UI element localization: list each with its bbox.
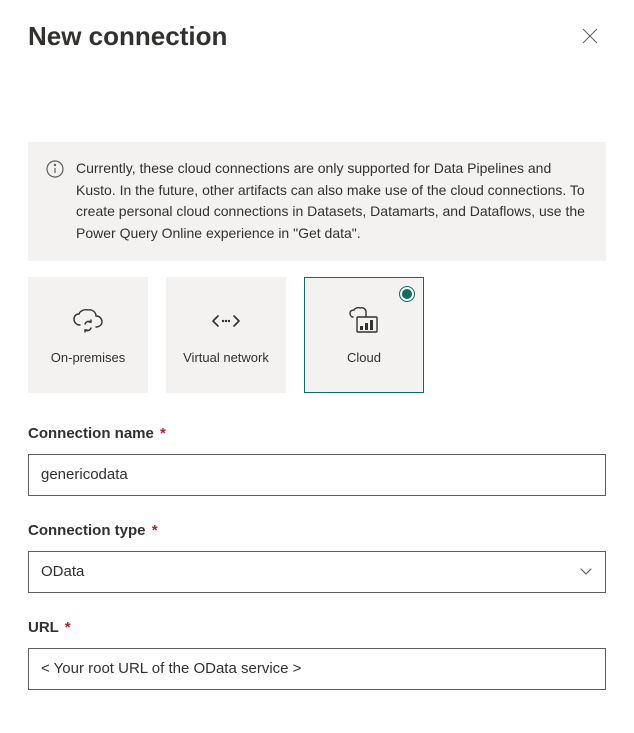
field-connection-name: Connection name *: [28, 425, 606, 496]
field-label: Connection type *: [28, 522, 606, 539]
field-url: URL *: [28, 619, 606, 690]
label-text: Connection type: [28, 522, 146, 539]
tile-virtual-network[interactable]: Virtual network: [166, 277, 286, 393]
tile-label: Cloud: [339, 349, 389, 367]
info-text: Currently, these cloud connections are o…: [76, 158, 588, 245]
cloud-data-icon: [347, 303, 381, 339]
select-value: OData: [41, 563, 84, 580]
cloud-sync-icon: [71, 303, 105, 339]
chevron-down-icon: [579, 563, 593, 580]
tile-cloud[interactable]: Cloud: [304, 277, 424, 393]
tile-on-premises[interactable]: On-premises: [28, 277, 148, 393]
connection-mode-tiles: On-premises Virtual network Cloud: [28, 277, 606, 393]
dialog-title: New connection: [28, 21, 227, 52]
network-icon: [209, 303, 243, 339]
field-connection-type: Connection type * OData: [28, 522, 606, 593]
tile-label: On-premises: [43, 349, 133, 367]
dialog-header: New connection: [28, 20, 606, 52]
close-button[interactable]: [574, 20, 606, 52]
field-label: URL *: [28, 619, 606, 636]
required-asterisk: *: [160, 425, 166, 442]
label-text: URL: [28, 619, 59, 636]
info-icon: [46, 160, 64, 178]
label-text: Connection name: [28, 425, 154, 442]
field-label: Connection name *: [28, 425, 606, 442]
radio-indicator: [399, 286, 415, 302]
close-icon: [581, 27, 599, 45]
required-asterisk: *: [152, 522, 158, 539]
connection-name-input[interactable]: [28, 454, 606, 496]
connection-type-select[interactable]: OData: [28, 551, 606, 593]
info-banner: Currently, these cloud connections are o…: [28, 142, 606, 261]
url-input[interactable]: [28, 648, 606, 690]
tile-label: Virtual network: [175, 349, 277, 367]
required-asterisk: *: [65, 619, 71, 636]
